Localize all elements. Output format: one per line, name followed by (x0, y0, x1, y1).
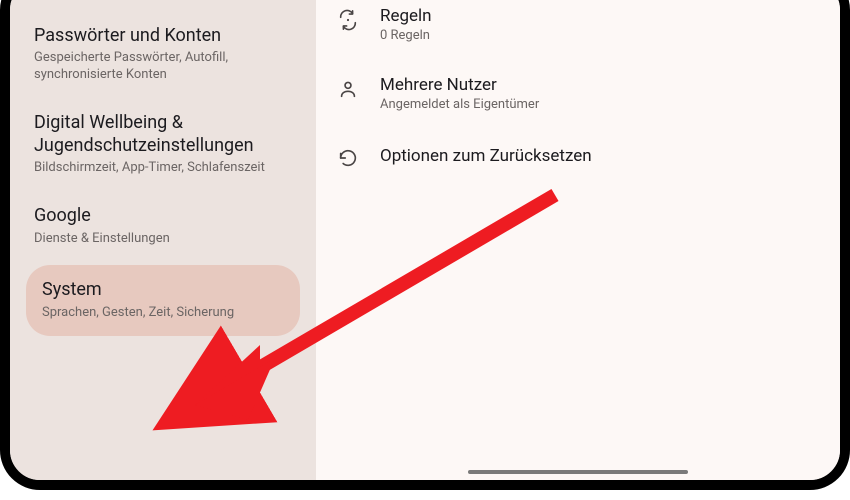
sidebar-item-wellbeing[interactable]: Digital Wellbeing & Jugendschutzeinstel­… (26, 98, 300, 191)
detail-row-rules[interactable]: Regeln 0 Regeln (336, 0, 812, 59)
sync-rules-icon (336, 8, 360, 32)
sidebar-item-label: Digital Wellbeing & Jugendschutzeinstel­… (34, 112, 292, 157)
detail-text: Mehrere Nutzer Angemeldet als Eigentümer (380, 75, 812, 112)
sidebar-item-sub: Gespeicherte Passwörter, Autofill, synch… (34, 50, 292, 84)
detail-sub: Angemeldet als Eigentümer (380, 97, 812, 112)
detail-text: Regeln 0 Regeln (380, 6, 812, 43)
sidebar-item-passwords[interactable]: Passwörter und Konten Gespeicherte Passw… (26, 11, 300, 98)
sidebar-item-sub: Sprachen, Gesten, Zeit, Sicherung (42, 305, 284, 322)
navigation-handle[interactable] (468, 470, 688, 474)
sidebar-item-apps[interactable]: Informationen, Benachrichtigungen (26, 0, 300, 11)
detail-sub: 0 Regeln (380, 28, 812, 43)
sidebar-item-google[interactable]: Google Dienste & Einstellungen (26, 191, 300, 261)
sidebar-item-label: Google (34, 205, 292, 228)
tablet-frame: Informationen, Benachrichtigungen Passwö… (0, 0, 850, 490)
detail-title: Optionen zum Zurücksetzen (380, 146, 812, 166)
detail-title: Mehrere Nutzer (380, 75, 812, 95)
sidebar-item-label: Passwörter und Konten (34, 25, 292, 48)
detail-row-users[interactable]: Mehrere Nutzer Angemeldet als Eigentümer (336, 59, 812, 128)
detail-text: Optionen zum Zurücksetzen (380, 146, 812, 168)
detail-title: Regeln (380, 6, 812, 26)
restore-icon (336, 146, 360, 170)
settings-detail-pane: Regeln 0 Regeln Mehrere Nutzer Angemelde… (316, 0, 840, 480)
settings-sidebar: Informationen, Benachrichtigungen Passwö… (10, 0, 316, 480)
screen: Informationen, Benachrichtigungen Passwö… (10, 0, 840, 480)
sidebar-item-system[interactable]: System Sprachen, Gesten, Zeit, Sicherung (26, 265, 300, 335)
detail-row-reset[interactable]: Optionen zum Zurücksetzen (336, 128, 812, 186)
sidebar-item-sub: Bildschirmzeit, App-Timer, Schlafenszeit (34, 160, 292, 177)
person-icon (336, 77, 360, 101)
sidebar-item-sub: Dienste & Einstellungen (34, 231, 292, 248)
sidebar-item-label: System (42, 279, 284, 302)
